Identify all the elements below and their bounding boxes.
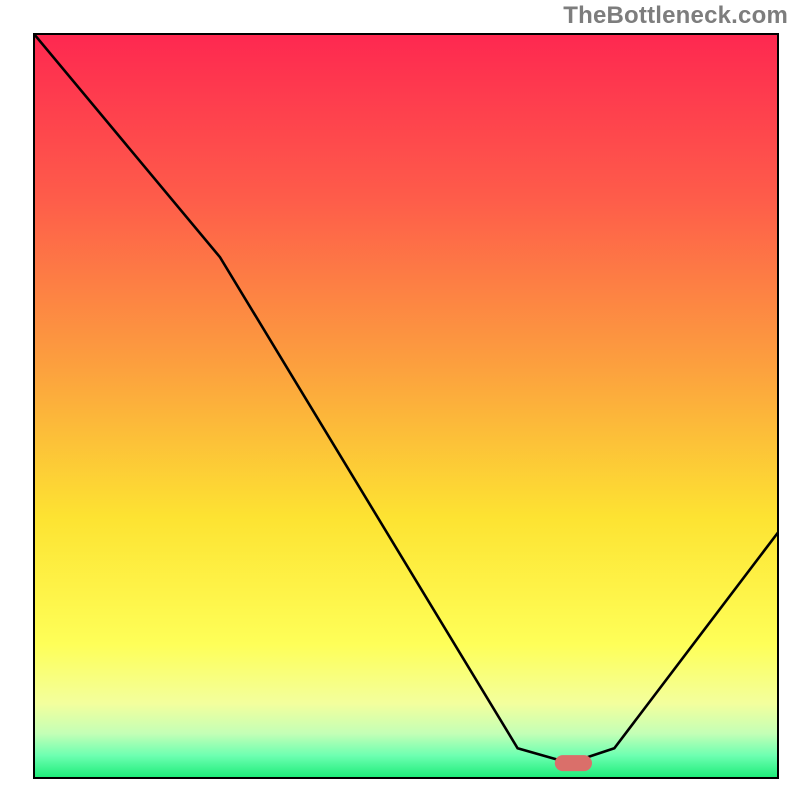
gradient-background <box>34 34 778 778</box>
bottleneck-chart <box>0 0 800 800</box>
chart-container: TheBottleneck.com <box>0 0 800 800</box>
watermark-text: TheBottleneck.com <box>563 2 788 30</box>
sweet-spot-marker <box>555 755 592 771</box>
